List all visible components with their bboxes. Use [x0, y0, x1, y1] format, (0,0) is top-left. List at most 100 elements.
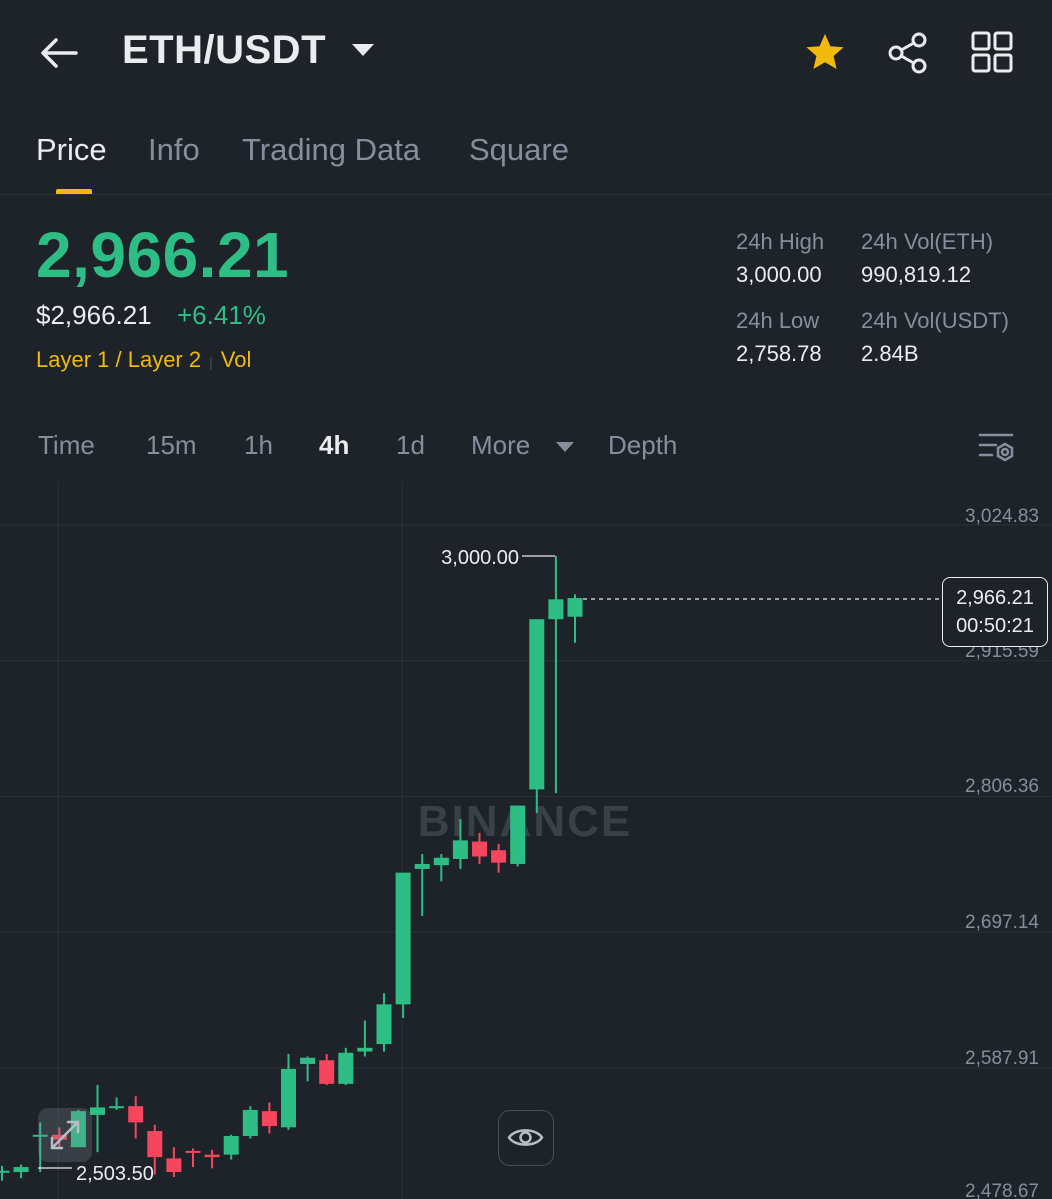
- candle: [0, 1165, 10, 1181]
- candle: [567, 594, 583, 643]
- candle-body: [414, 863, 430, 869]
- candle-body: [261, 1111, 277, 1127]
- candle: [185, 1148, 201, 1168]
- candlestick-chart[interactable]: BINANCE 3,000.00 2,503.50 3,024.83 2,915…: [0, 482, 1052, 1199]
- candle: [338, 1047, 354, 1086]
- candle: [357, 1020, 373, 1057]
- stat-high-value: 3,000.00: [736, 262, 822, 287]
- y-tick-label: 2,478.67: [965, 1181, 1039, 1199]
- candle: [395, 872, 411, 1018]
- share-icon[interactable]: [884, 30, 932, 76]
- candle: [300, 1056, 316, 1082]
- current-price-tag: 2,966.21 00:50:21: [942, 577, 1048, 647]
- last-price: 2,966.21: [36, 219, 290, 291]
- grid-icon[interactable]: [968, 30, 1016, 76]
- y-tick-label: 2,697.14: [965, 912, 1039, 933]
- usd-price: $2,966.21: [36, 300, 152, 330]
- stat-low-label: 24h Low: [736, 308, 820, 333]
- interval-depth[interactable]: Depth: [608, 430, 677, 461]
- tag-separator: |: [209, 354, 213, 370]
- candle-body: [242, 1109, 258, 1137]
- stat-high-label: 24h High: [736, 229, 825, 254]
- tag-layer[interactable]: Layer 1 / Layer 2: [36, 347, 201, 372]
- interval-4h[interactable]: 4h: [319, 430, 349, 461]
- stat-vol-eth-value: 990,819.12: [861, 262, 972, 287]
- back-arrow-icon[interactable]: [36, 30, 84, 76]
- category-tags: Layer 1 / Layer 2 | Vol: [36, 347, 251, 373]
- stat-low-value: 2,758.78: [736, 341, 822, 366]
- candle-body: [185, 1150, 201, 1153]
- candle-body: [338, 1052, 354, 1084]
- tag-vol[interactable]: Vol: [221, 347, 252, 372]
- current-price-value: 2,966.21: [956, 587, 1034, 609]
- candle-body: [472, 841, 487, 857]
- stat-vol-usdt-label: 24h Vol(USDT): [861, 308, 1009, 333]
- stat-vol-eth-label: 24h Vol(ETH): [861, 229, 994, 254]
- y-tick-label: 3,024.83: [965, 506, 1039, 527]
- candle-body: [529, 619, 545, 790]
- candle: [319, 1054, 335, 1086]
- candle: [109, 1097, 125, 1110]
- candle: [204, 1149, 220, 1169]
- tab-square[interactable]: Square: [469, 132, 569, 168]
- candle-body: [109, 1106, 125, 1109]
- interval-time[interactable]: Time: [38, 430, 95, 461]
- candle-body: [433, 857, 449, 866]
- candle: [261, 1102, 277, 1134]
- stat-vol-usdt-value: 2.84B: [861, 341, 919, 366]
- interval-1h[interactable]: 1h: [244, 430, 273, 461]
- candle-body: [300, 1057, 316, 1064]
- chart-settings-icon[interactable]: [976, 428, 1018, 468]
- candles: [0, 555, 583, 1181]
- caret-down-icon[interactable]: [352, 44, 374, 56]
- candle-body: [491, 850, 507, 863]
- candle: [90, 1085, 105, 1153]
- candle-body: [548, 599, 564, 620]
- candle-body: [90, 1107, 105, 1115]
- candle-body: [452, 840, 468, 859]
- candle: [281, 1054, 296, 1130]
- candle: [491, 844, 507, 873]
- candle: [376, 993, 392, 1052]
- candle: [548, 555, 564, 794]
- candle-body: [357, 1047, 373, 1052]
- caret-down-icon[interactable]: [556, 442, 574, 452]
- candle-countdown: 00:50:21: [956, 615, 1034, 637]
- y-tick-label: 2,587.91: [965, 1048, 1039, 1069]
- candle: [433, 854, 449, 882]
- candle: [13, 1164, 29, 1179]
- candle-body: [376, 1004, 392, 1045]
- candle-body: [510, 805, 526, 864]
- candle-body: [395, 872, 411, 1005]
- candle-body: [319, 1060, 335, 1084]
- star-icon[interactable]: [802, 30, 848, 76]
- y-tick-label: 2,806.36: [965, 776, 1039, 797]
- interval-more[interactable]: More: [471, 430, 530, 461]
- candle: [510, 805, 526, 867]
- tab-trading-data[interactable]: Trading Data: [242, 132, 420, 168]
- divider: [0, 194, 1052, 195]
- change-percent: +6.41%: [177, 300, 266, 330]
- expand-chart-button[interactable]: [38, 1108, 92, 1162]
- candle: [414, 854, 430, 917]
- tab-info[interactable]: Info: [148, 132, 200, 168]
- candle-body: [567, 598, 583, 617]
- candle: [128, 1096, 144, 1139]
- candle-body: [223, 1136, 239, 1155]
- low-marker-label: 2,503.50: [76, 1163, 154, 1185]
- candle-body: [13, 1167, 29, 1173]
- interval-15m[interactable]: 15m: [146, 430, 197, 461]
- high-marker-label: 3,000.00: [441, 547, 519, 569]
- candle-body: [166, 1158, 182, 1173]
- candle: [529, 619, 545, 814]
- candle: [223, 1134, 239, 1160]
- candle-body: [281, 1068, 296, 1128]
- candle: [242, 1106, 258, 1139]
- interval-1d[interactable]: 1d: [396, 430, 425, 461]
- candle-body: [128, 1106, 144, 1123]
- pair-title[interactable]: ETH/USDT: [122, 28, 326, 73]
- visibility-toggle-button[interactable]: [498, 1110, 554, 1166]
- tab-price[interactable]: Price: [36, 132, 107, 168]
- candle-body: [0, 1170, 10, 1173]
- candle: [166, 1147, 182, 1178]
